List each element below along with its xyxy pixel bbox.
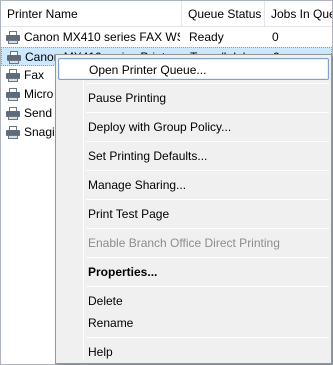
printer-name: Canon MX410 series FAX WS [24, 30, 180, 44]
menu-separator [86, 228, 329, 229]
menu-separator [86, 83, 329, 84]
menu-item-set-printing-defaults[interactable]: Set Printing Defaults... [58, 145, 329, 167]
menu-separator [86, 286, 329, 287]
column-header-queue-status[interactable]: Queue Status [182, 1, 265, 27]
printer-list-window: Printer Name Queue Status Jobs In Que Ca… [0, 0, 333, 365]
printer-row[interactable]: Canon MX410 series FAX WS Ready 0 [1, 28, 332, 47]
menu-item-deploy-with-group-policy[interactable]: Deploy with Group Policy... [58, 116, 329, 138]
menu-item-pause-printing[interactable]: Pause Printing [58, 87, 329, 109]
menu-item-delete[interactable]: Delete [58, 290, 329, 312]
menu-item-enable-branch-office-direct-printing: Enable Branch Office Direct Printing [88, 236, 280, 250]
menu-item-properties[interactable]: Properties... [58, 261, 329, 283]
menu-item-help[interactable]: Help [58, 341, 329, 363]
menu-item-rename[interactable]: Rename [58, 312, 329, 334]
column-header-printer-name[interactable]: Printer Name [1, 1, 182, 27]
printer-icon [5, 126, 21, 139]
printer-icon [5, 88, 21, 101]
menu-separator [86, 112, 329, 113]
menu-item-open-printer-queue[interactable]: Open Printer Queue... [58, 58, 329, 80]
printer-icon [6, 51, 22, 64]
menu-item-manage-sharing[interactable]: Manage Sharing... [58, 174, 329, 196]
list-header: Printer Name Queue Status Jobs In Que [1, 1, 332, 27]
menu-separator [86, 170, 329, 171]
printer-icon [5, 69, 21, 82]
menu-separator [86, 337, 329, 338]
menu-separator [86, 199, 329, 200]
printer-icon [5, 107, 21, 120]
queue-status: Ready [189, 30, 224, 44]
printer-icon [5, 31, 21, 44]
column-header-jobs-in-queue[interactable]: Jobs In Que [265, 1, 332, 27]
menu-separator [86, 257, 329, 258]
menu-separator [86, 141, 329, 142]
jobs-in-queue: 0 [272, 30, 279, 44]
menu-item-print-test-page[interactable]: Print Test Page [58, 203, 329, 225]
context-menu: Open Printer Queue... Pause Printing Dep… [55, 54, 332, 364]
